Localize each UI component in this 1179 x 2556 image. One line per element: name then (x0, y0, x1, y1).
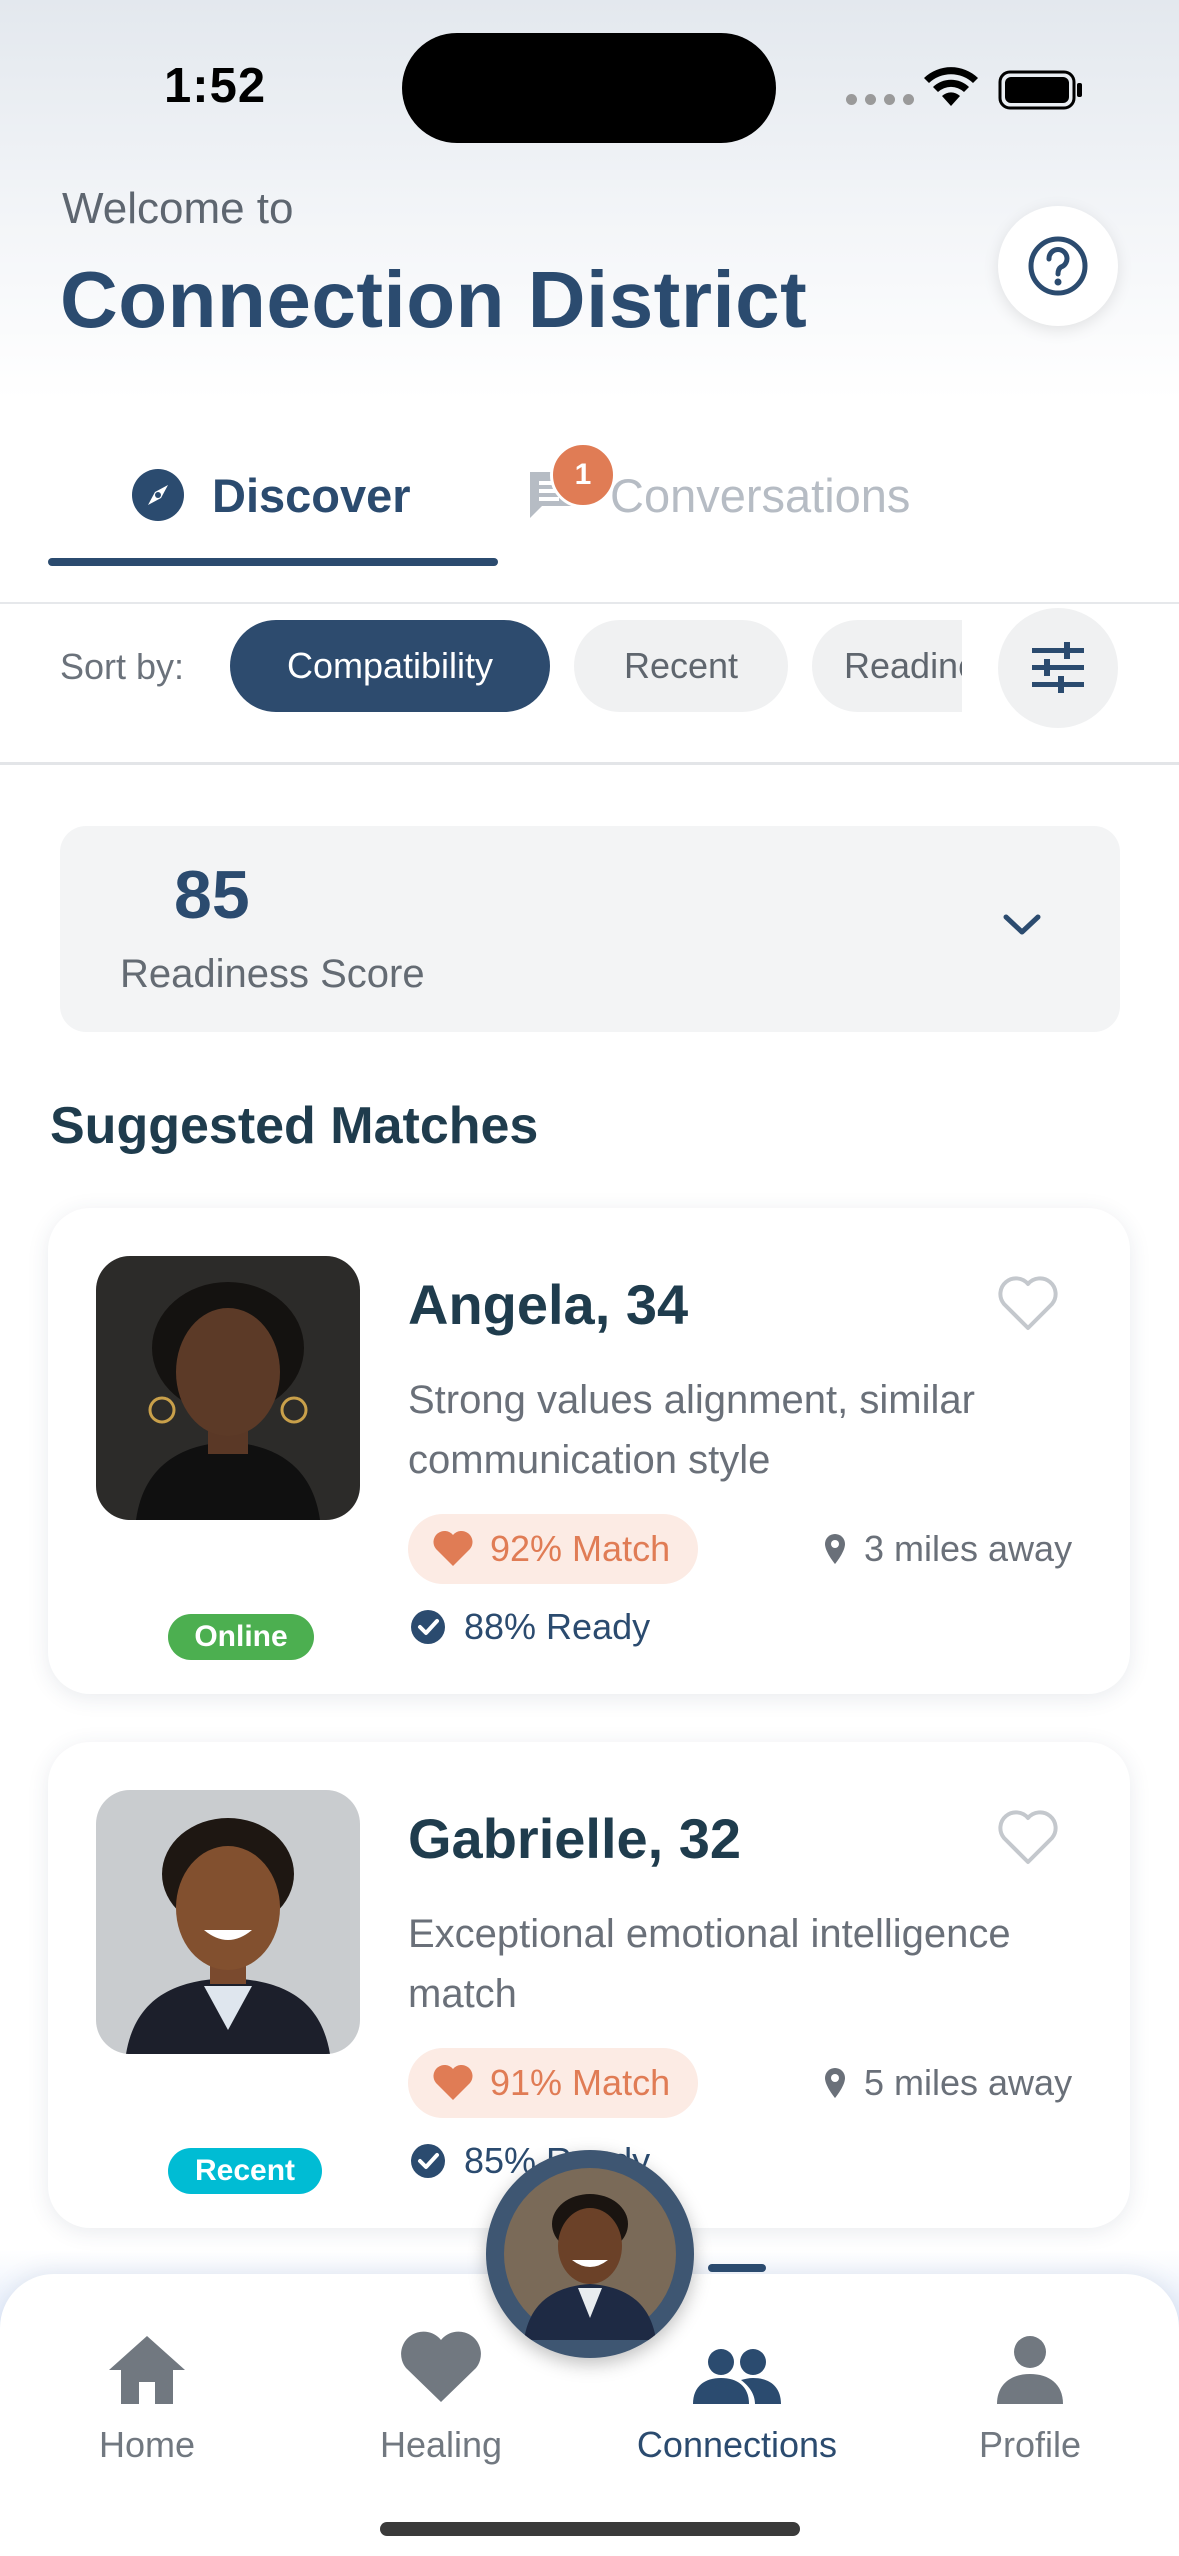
home-indicator[interactable] (380, 2522, 800, 2536)
readiness-label: Readiness Score (120, 952, 425, 996)
nav-item-profile[interactable]: Profile (900, 2306, 1160, 2466)
match-distance: 3 miles away (822, 1528, 1072, 1570)
match-readiness: 88% Ready (410, 1606, 650, 1648)
status-badge: Recent (168, 2148, 322, 2194)
readiness-value: 85 (174, 857, 250, 933)
match-card[interactable]: Online Angela, 34 Strong values alignmen… (48, 1208, 1130, 1694)
people-icon (693, 2349, 781, 2404)
status-badge: Online (168, 1614, 314, 1660)
help-button[interactable] (998, 206, 1118, 326)
sort-options: Compatibility Recent Readiness (228, 620, 962, 716)
location-pin-icon (825, 2068, 845, 2098)
help-icon (1028, 236, 1088, 296)
home-icon (109, 2336, 185, 2404)
check-circle-icon (411, 2144, 445, 2178)
active-tab-indicator (48, 558, 498, 566)
match-name: Gabrielle, 32 (408, 1807, 742, 1870)
unread-badge: 1 (550, 442, 616, 508)
sort-chip-readiness[interactable]: Readiness (812, 620, 962, 712)
nav-item-connections[interactable]: Connections (607, 2306, 867, 2466)
match-description: Exceptional emotional intelligence match (408, 1912, 1011, 2016)
filter-icon (1032, 642, 1084, 693)
profile-photo (96, 1256, 360, 1520)
tab-discover[interactable]: Discover (130, 440, 411, 550)
sort-label: Sort by: (60, 646, 185, 687)
person-icon (997, 2336, 1063, 2404)
heart-icon (433, 1530, 473, 1566)
match-percentage: 91% Match (408, 2048, 699, 2118)
tab-conversations-label: Conversations (610, 468, 911, 522)
match-percentage: 92% Match (408, 1514, 699, 1584)
heart-outline-icon[interactable] (996, 1274, 1060, 1332)
check-circle-icon (411, 1610, 445, 1644)
wifi-icon (924, 67, 978, 106)
match-description: Strong values alignment, similar communi… (408, 1378, 975, 1482)
tab-divider (0, 602, 1179, 604)
active-nav-indicator (708, 2264, 766, 2272)
status-time: 1:52 (164, 59, 267, 113)
sort-chip-recent[interactable]: Recent (574, 620, 788, 712)
match-name: Angela, 34 (408, 1273, 689, 1336)
match-distance: 5 miles away (822, 2062, 1072, 2104)
compass-icon (132, 469, 184, 521)
tab-discover-label: Discover (212, 468, 411, 522)
chevron-down-icon[interactable] (1000, 910, 1044, 940)
page-title: Connection District (60, 255, 808, 344)
signal-icon (846, 94, 914, 105)
heart-icon (433, 2064, 473, 2100)
heart-icon (401, 2331, 481, 2402)
profile-photo (96, 1790, 360, 2054)
location-pin-icon (825, 1534, 845, 1564)
sort-chip-compatibility[interactable]: Compatibility (230, 620, 550, 712)
section-title: Suggested Matches (50, 1097, 539, 1155)
sort-divider (0, 762, 1179, 765)
nav-item-home[interactable]: Home (17, 2306, 277, 2466)
dynamic-island (402, 33, 776, 143)
filter-button[interactable] (998, 608, 1118, 728)
heart-outline-icon[interactable] (996, 1808, 1060, 1866)
welcome-text: Welcome to (62, 184, 294, 233)
battery-icon (998, 70, 1082, 110)
